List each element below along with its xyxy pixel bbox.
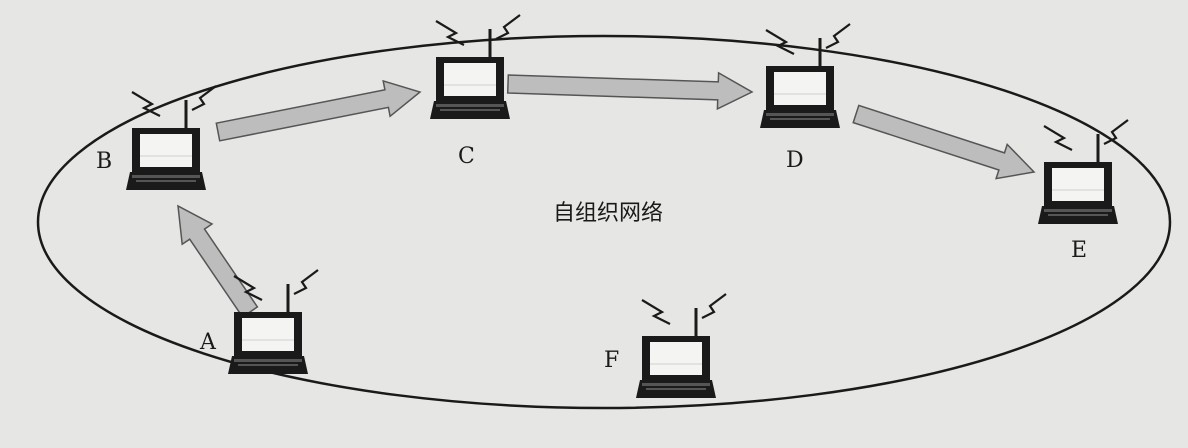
node-label-F: F [604,348,619,373]
network-label: 自组织网络 [553,201,663,226]
route-arrow-A-B [177,204,259,319]
laptop-icon-F [634,292,728,400]
route-arrow-C-D [506,71,754,111]
route-arrows [177,71,1036,319]
node-label-D: D [786,148,804,173]
laptop-icon-D [758,22,852,130]
laptop-icon-C [428,13,522,121]
node-label-B: B [96,149,112,174]
laptop-icon-E [1036,118,1130,226]
adhoc-network-diagram: 自组织网络 A B C D E F [36,13,1172,410]
route-arrow-B-C [215,79,422,142]
diagram-canvas: 自组织网络 A B C D E F [0,0,1188,448]
node-label-E: E [1071,238,1087,263]
route-arrow-D-E [852,104,1036,180]
node-label-A: A [199,330,217,355]
node-label-C: C [458,144,475,169]
